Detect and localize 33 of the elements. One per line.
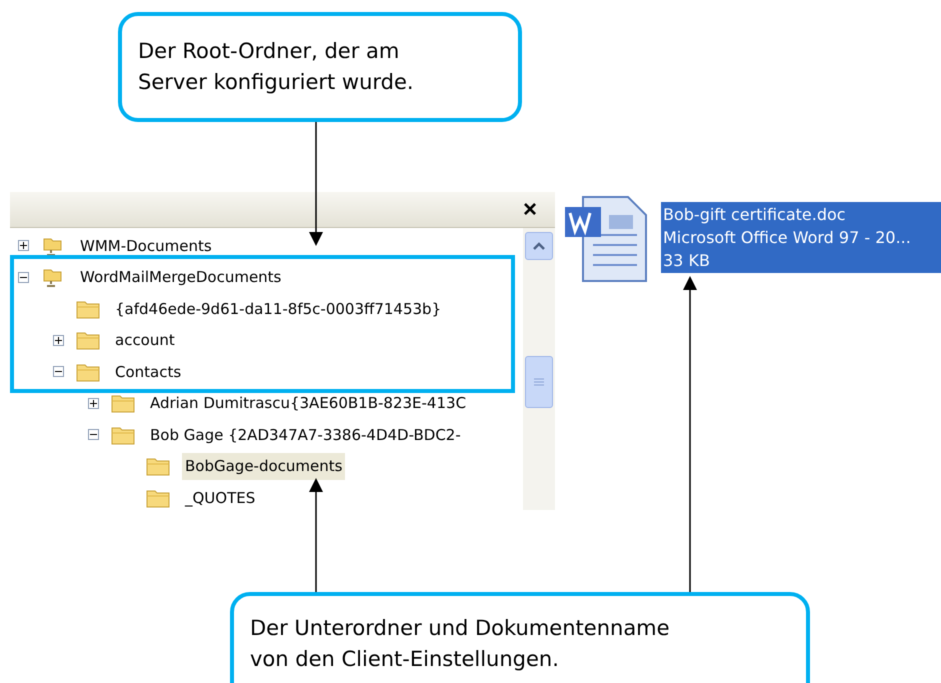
tree-item[interactable]: Adrian Dumitrascu{3AE60B1B-823E-413C (147, 390, 470, 416)
close-button[interactable]: × (522, 198, 537, 222)
collapse-box-icon[interactable] (88, 429, 99, 440)
folder-icon (76, 298, 100, 319)
tree-item[interactable]: account (112, 327, 178, 354)
tree-item[interactable]: BobGage-documents (182, 453, 346, 480)
expand-box-icon[interactable] (53, 334, 64, 346)
collapse-box-icon[interactable] (18, 272, 29, 283)
collapse-box-icon[interactable] (53, 366, 64, 378)
tree-item[interactable]: Contacts (112, 358, 184, 385)
folder-icon (111, 393, 135, 414)
tree-item[interactable]: {afd46ede-9d61-da11-8f5c-0003ff71453b} (112, 296, 444, 322)
scroll-up-button[interactable] (525, 232, 553, 260)
folder-icon (146, 488, 170, 508)
callout-text: Der Root-Ordner, der am Server konfiguriert wurde. (138, 38, 415, 96)
grip-icon (533, 378, 545, 386)
folder-icon (111, 424, 135, 445)
folder-icon (146, 456, 170, 476)
tree-item[interactable]: WordMailMergeDocuments (77, 264, 284, 290)
callout-text: Der Unterordner und Dokumentenname von den Client-Einstellungen. (250, 615, 671, 673)
file-details[interactable]: Bob-gift certificate.doc Microsoft Office Word 97 - 20... 33 KB (661, 202, 941, 273)
file-type: Microsoft Office Word 97 - 20... (663, 227, 912, 249)
scrollbar-thumb[interactable] (525, 356, 553, 408)
chevron-up-icon (532, 242, 546, 250)
expand-box-icon[interactable] (18, 240, 29, 252)
folder-icon (76, 362, 100, 382)
file-size: 33 KB (663, 250, 711, 272)
file-name: Bob-gift certificate.doc (663, 204, 847, 226)
tree-item[interactable]: Bob Gage {2AD347A7-3386-4D4D-BDC2- (147, 422, 464, 448)
tree-item[interactable]: _QUOTES (182, 484, 258, 510)
expand-box-icon[interactable] (88, 398, 99, 409)
folder-icon (76, 330, 100, 350)
tree-item[interactable]: WMM-Documents (77, 232, 215, 259)
